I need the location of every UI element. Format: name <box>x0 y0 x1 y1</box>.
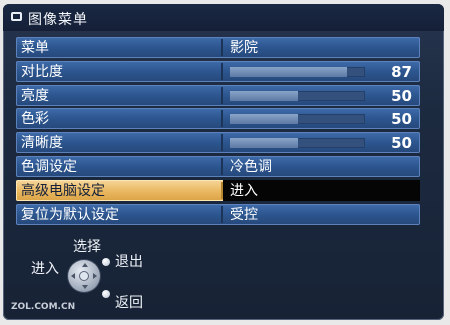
slider-fill <box>230 90 298 101</box>
row-value: 影院 <box>230 40 258 56</box>
menu-row-mode[interactable]: 菜单 影院 <box>16 37 420 58</box>
pad-center-icon <box>79 271 89 281</box>
color-slider[interactable] <box>230 114 365 125</box>
row-label: 菜单 <box>21 40 49 56</box>
directional-pad-icon <box>68 260 100 292</box>
row-label: 高级电脑设定 <box>21 182 105 199</box>
contrast-slider[interactable] <box>230 66 365 77</box>
row-value: 进入 <box>230 182 258 199</box>
menu-row-reset[interactable]: 复位为默认设定 受控 <box>16 203 420 225</box>
row-label: 色调设定 <box>21 158 77 175</box>
row-number: 50 <box>391 110 412 129</box>
divider <box>221 39 223 56</box>
title-bar: 图像菜单 <box>3 4 444 31</box>
divider <box>221 62 223 80</box>
osd-screen: 图像菜单 菜单 影院 对比度 87 亮度 50 色彩 50 清晰度 50 色调设… <box>3 4 444 320</box>
watermark: ZOL.COM.CN <box>11 302 75 312</box>
back-button-icon <box>102 290 110 298</box>
row-label: 清晰度 <box>21 135 63 152</box>
menu-row-sharpness[interactable]: 清晰度 50 <box>16 132 420 154</box>
nav-select-label: 选择 <box>73 239 101 255</box>
row-label: 色彩 <box>21 111 49 128</box>
row-label: 复位为默认设定 <box>21 206 119 223</box>
slider-fill <box>230 138 298 149</box>
divider <box>221 134 223 152</box>
divider <box>221 86 223 104</box>
slider-fill <box>230 114 298 125</box>
nav-back-label: 返回 <box>115 295 143 311</box>
brightness-slider[interactable] <box>230 90 365 101</box>
picture-menu: 菜单 影院 对比度 87 亮度 50 色彩 50 清晰度 50 色调设定 冷色调… <box>16 37 420 227</box>
sharpness-slider[interactable] <box>230 138 365 149</box>
divider <box>221 157 223 175</box>
row-number: 50 <box>391 86 412 105</box>
row-label: 对比度 <box>21 63 63 80</box>
slider-fill <box>230 66 348 77</box>
nav-exit-label: 退出 <box>115 254 143 270</box>
menu-row-color[interactable]: 色彩 50 <box>16 108 420 130</box>
exit-button-icon <box>102 258 110 266</box>
arrow-left-icon <box>71 273 75 279</box>
arrow-up-icon <box>82 263 88 267</box>
menu-screen-icon <box>11 12 22 21</box>
menu-row-brightness[interactable]: 亮度 50 <box>16 84 420 106</box>
row-value: 冷色调 <box>230 158 272 175</box>
row-number: 87 <box>391 62 412 81</box>
row-label: 亮度 <box>21 87 49 104</box>
divider <box>221 205 223 223</box>
nav-enter-label: 进入 <box>31 261 59 277</box>
menu-row-color-tone[interactable]: 色调设定 冷色调 <box>16 155 420 177</box>
menu-row-advanced-pc[interactable]: 高级电脑设定 进入 <box>16 179 420 201</box>
arrow-right-icon <box>93 273 97 279</box>
menu-title: 图像菜单 <box>28 12 88 28</box>
watermark-text: ZOL.COM.CN <box>11 302 76 312</box>
row-number: 50 <box>391 134 412 153</box>
divider <box>221 110 223 128</box>
arrow-down-icon <box>82 285 88 289</box>
row-value: 受控 <box>230 206 258 223</box>
menu-row-contrast[interactable]: 对比度 87 <box>16 60 420 82</box>
